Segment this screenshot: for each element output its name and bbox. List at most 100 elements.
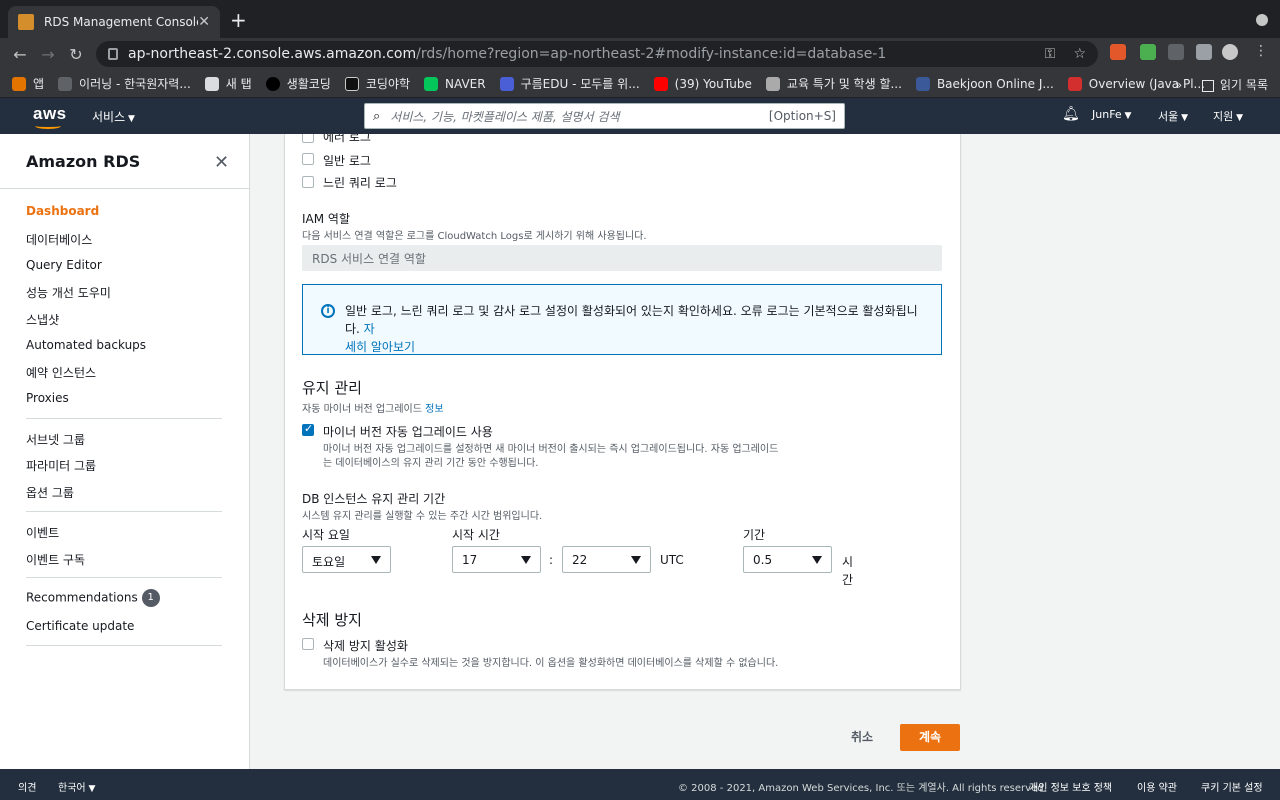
profile-avatar[interactable]: [1222, 44, 1238, 60]
language-select[interactable]: 한국어: [58, 779, 95, 794]
sidebar-item-dashboard[interactable]: Dashboard: [26, 204, 99, 218]
reload-icon[interactable]: ↻: [62, 45, 90, 64]
reading-list-icon: [1202, 79, 1215, 92]
auto-upgrade-desc: 마이너 버전 자동 업그레이드를 설정하면 새 마이너 버전이 출시되는 즉시 …: [323, 444, 779, 455]
bookmark-item[interactable]: 이러닝 - 한국원자력...: [58, 75, 191, 92]
sidebar-item-reserved-instances[interactable]: 예약 인스턴스: [26, 364, 96, 381]
start-minute-select[interactable]: 22: [562, 546, 651, 573]
bookmark-label: Baekjoon Online J...: [936, 76, 1054, 91]
bookmark-label: 교육 특가 및 학생 할...: [786, 77, 902, 91]
general-log-label: 일반 로그: [323, 154, 371, 168]
info-text: 일반 로그, 느린 쿼리 로그 및 감사 로그 설정이 활성화되어 있는지 확인…: [345, 302, 930, 356]
services-menu[interactable]: 서비스: [92, 108, 135, 125]
slow-query-log-checkbox[interactable]: [302, 176, 314, 188]
feedback-link[interactable]: 의견: [18, 779, 36, 794]
page-icon: [204, 76, 219, 91]
divider: [0, 188, 250, 189]
error-log-checkbox[interactable]: [302, 134, 314, 143]
bookmark-item[interactable]: 코딩야학: [344, 75, 410, 92]
search-input[interactable]: ⌕ 서비스, 기능, 마켓플레이스 제품, 설명서 검색 [Option+S]: [364, 103, 845, 129]
bookmark-item[interactable]: 구름EDU - 모두를 위...: [499, 75, 640, 92]
sidebar: Amazon RDS ✕ Dashboard 데이터베이스 Query Edit…: [0, 134, 250, 769]
bookmark-item[interactable]: 생활코딩: [265, 75, 331, 92]
sidebar-item-option-groups[interactable]: 옵션 그룹: [26, 484, 74, 501]
aws-logo[interactable]: aws: [33, 104, 67, 129]
bookmark-item[interactable]: NAVER: [424, 76, 486, 91]
duration-label: 기간: [743, 528, 766, 542]
bookmark-item[interactable]: 교육 특가 및 학생 할...: [765, 75, 902, 92]
sidebar-item-certificate-update[interactable]: Certificate update: [26, 619, 134, 633]
cancel-button[interactable]: 취소: [840, 724, 884, 751]
error-log-label: 에러 로그: [323, 134, 371, 144]
deletion-protection-checkbox[interactable]: [302, 638, 314, 650]
address-bar[interactable]: ap-northeast-2.console.aws.amazon.com /r…: [96, 41, 1098, 67]
hours-unit: 시: [842, 555, 854, 569]
apps-icon: [12, 76, 26, 91]
bell-icon[interactable]: 🔔︎: [1062, 106, 1080, 122]
privacy-link[interactable]: 개인 정보 보호 정책: [1029, 779, 1112, 794]
extension-icon[interactable]: [1110, 44, 1126, 60]
forward-icon[interactable]: →: [34, 45, 62, 64]
extension-icon[interactable]: [1140, 44, 1156, 60]
recommendations-badge: 1: [141, 589, 160, 607]
auto-upgrade-desc: 는 데이터베이스의 유지 관리 기간 동안 수행됩니다.: [323, 458, 539, 469]
sidebar-item-performance-insights[interactable]: 성능 개선 도우미: [26, 284, 111, 301]
dropdown-arrow-icon: [812, 556, 822, 564]
bookmark-item[interactable]: Baekjoon Online J...: [915, 76, 1054, 91]
footer: 의견 한국어 © 2008 - 2021, Amazon Web Service…: [0, 769, 1280, 800]
sidebar-item-parameter-groups[interactable]: 파라미터 그룹: [26, 457, 96, 474]
start-day-select[interactable]: 토요일: [302, 546, 391, 573]
bookmark-label: 구름EDU - 모두를 위...: [520, 77, 640, 91]
reading-list[interactable]: » 읽기 목록: [1175, 76, 1268, 93]
start-day-value: 토요일: [312, 555, 346, 569]
bookmark-item[interactable]: (39) YouTube: [653, 76, 752, 91]
sidebar-item-automated-backups[interactable]: Automated backups: [26, 338, 146, 352]
learn-more-link[interactable]: 자: [360, 322, 375, 336]
bookmark-apps[interactable]: 앱: [12, 75, 44, 92]
sidebar-item-events[interactable]: 이벤트: [26, 524, 59, 541]
sidebar-item-recommendations[interactable]: Recommendations 1: [26, 589, 160, 607]
utc-label: UTC: [660, 553, 684, 567]
menu-icon[interactable]: ⋮: [1254, 43, 1268, 59]
back-icon[interactable]: ←: [6, 45, 34, 64]
close-icon[interactable]: ✕: [214, 152, 229, 173]
learn-more-link-cont[interactable]: 세히 알아보기: [345, 340, 415, 354]
aws-smile-icon: [35, 123, 61, 129]
youtube-icon: [653, 76, 668, 91]
duration-value: 0.5: [753, 553, 773, 567]
sidebar-item-subnet-groups[interactable]: 서브넷 그룹: [26, 431, 85, 448]
tab-search-icon[interactable]: [1256, 14, 1268, 26]
sidebar-item-query-editor[interactable]: Query Editor: [26, 258, 102, 272]
extension-icon[interactable]: [1168, 44, 1184, 60]
auto-upgrade-checkbox[interactable]: [302, 422, 314, 436]
reading-list-label: 읽기 목록: [1220, 78, 1268, 92]
continue-button[interactable]: 계속: [900, 724, 960, 751]
info-link[interactable]: 정보: [425, 404, 443, 415]
bookmark-item[interactable]: 새 탭: [204, 75, 252, 92]
sidebar-item-event-subscriptions[interactable]: 이벤트 구독: [26, 551, 85, 568]
general-log-checkbox[interactable]: [302, 153, 314, 165]
deletion-protection-title: 삭제 방지: [302, 611, 362, 629]
sidebar-item-databases[interactable]: 데이터베이스: [26, 231, 92, 248]
key-icon[interactable]: ⚿: [1045, 46, 1056, 62]
divider: [26, 577, 222, 578]
close-tab-icon[interactable]: ✕: [198, 14, 210, 30]
bookmarks-more[interactable]: »: [1175, 78, 1182, 92]
auto-upgrade-label: 마이너 버전 자동 업그레이드 사용: [323, 425, 493, 439]
cookie-preferences-link[interactable]: 쿠키 기본 설정: [1201, 779, 1263, 794]
browser-tab[interactable]: RDS Management Console ✕: [8, 6, 220, 38]
duration-select[interactable]: 0.5: [743, 546, 832, 573]
support-menu[interactable]: 지원: [1213, 108, 1243, 124]
puzzle-icon[interactable]: [1196, 44, 1212, 60]
region-menu[interactable]: 서울: [1158, 108, 1188, 124]
start-hour-select[interactable]: 17: [452, 546, 541, 573]
sidebar-item-snapshots[interactable]: 스냅샷: [26, 311, 59, 328]
code-icon: [344, 76, 359, 91]
bookmark-star-icon[interactable]: ☆: [1073, 46, 1086, 62]
new-tab-icon[interactable]: +: [230, 10, 247, 30]
bookmark-label: 이러닝 - 한국원자력...: [79, 77, 191, 91]
user-menu[interactable]: JunFe: [1092, 108, 1131, 121]
terms-link[interactable]: 이용 약관: [1137, 779, 1177, 794]
sidebar-item-proxies[interactable]: Proxies: [26, 391, 69, 405]
browser-tabbar: RDS Management Console ✕ +: [0, 0, 1280, 38]
